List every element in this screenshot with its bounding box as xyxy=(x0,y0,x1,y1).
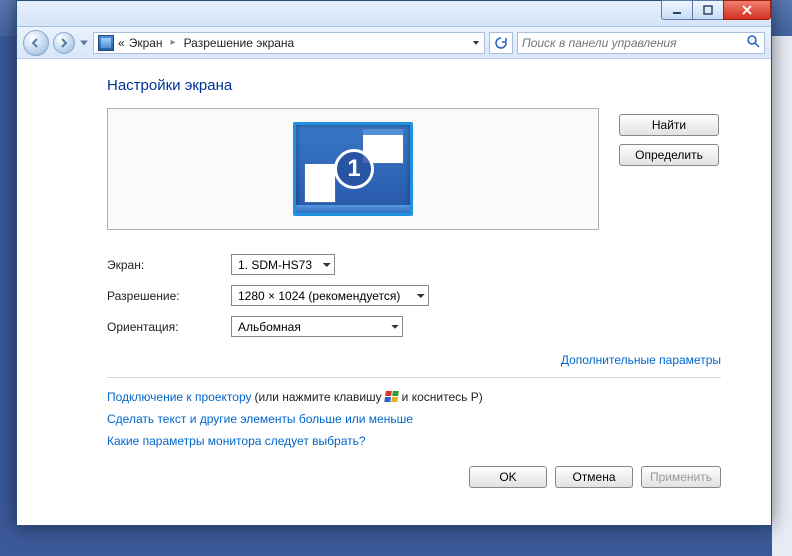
maximize-button[interactable] xyxy=(692,0,724,20)
close-button[interactable] xyxy=(723,0,771,20)
projector-link[interactable]: Подключение к проектору xyxy=(107,390,252,404)
content-area: Настройки экрана 1 Найти Определить Экра… xyxy=(17,59,771,502)
breadcrumb-item[interactable]: Экран xyxy=(125,36,167,50)
advanced-settings-link[interactable]: Дополнительные параметры xyxy=(561,353,721,367)
breadcrumb-pre: « xyxy=(118,36,125,50)
minimize-button[interactable] xyxy=(661,0,693,20)
projector-hint-a: (или нажмите клавишу xyxy=(255,390,382,404)
resolution-label: Разрешение: xyxy=(107,289,231,303)
apply-button[interactable]: Применить xyxy=(641,466,721,488)
text-size-link[interactable]: Сделать текст и другие элементы больше и… xyxy=(107,412,413,426)
history-dropdown[interactable] xyxy=(79,34,89,52)
find-button[interactable]: Найти xyxy=(619,114,719,136)
display-settings-window: « Экран ▸ Разрешение экрана Настройки эк… xyxy=(16,0,772,526)
refresh-button[interactable] xyxy=(489,32,513,54)
cancel-button[interactable]: Отмена xyxy=(555,466,633,488)
windows-key-icon xyxy=(385,391,399,403)
chevron-right-icon: ▸ xyxy=(167,37,180,48)
forward-button[interactable] xyxy=(53,32,75,54)
search-input[interactable] xyxy=(522,36,746,50)
page-heading: Настройки экрана xyxy=(107,77,721,94)
dialog-buttons: OK Отмена Применить xyxy=(107,466,721,488)
ok-button[interactable]: OK xyxy=(469,466,547,488)
breadcrumb-dropdown[interactable] xyxy=(472,39,480,47)
display-label: Экран: xyxy=(107,258,231,272)
mock-taskbar xyxy=(296,205,410,213)
detect-button[interactable]: Определить xyxy=(619,144,719,166)
navigation-bar: « Экран ▸ Разрешение экрана xyxy=(17,27,771,59)
titlebar xyxy=(17,1,771,27)
breadcrumb-bar[interactable]: « Экран ▸ Разрешение экрана xyxy=(93,32,485,54)
back-button[interactable] xyxy=(23,30,49,56)
orientation-select[interactable]: Альбомная xyxy=(231,316,403,337)
display-icon xyxy=(98,35,114,51)
window-controls xyxy=(662,0,771,20)
background-sidebar xyxy=(772,36,792,556)
mock-window-icon xyxy=(304,163,336,203)
monitor-thumbnail[interactable]: 1 xyxy=(293,122,413,216)
divider xyxy=(107,377,721,378)
which-monitor-link[interactable]: Какие параметры монитора следует выбрать… xyxy=(107,434,366,448)
orientation-label: Ориентация: xyxy=(107,320,231,334)
search-icon[interactable] xyxy=(746,34,760,51)
display-select[interactable]: 1. SDM-HS73 xyxy=(231,254,335,275)
breadcrumb-item[interactable]: Разрешение экрана xyxy=(180,36,299,50)
monitor-number: 1 xyxy=(334,149,374,189)
display-preview[interactable]: 1 xyxy=(107,108,599,230)
resolution-select[interactable]: 1280 × 1024 (рекомендуется) xyxy=(231,285,429,306)
projector-hint-b: и коснитесь P) xyxy=(402,390,483,404)
search-box[interactable] xyxy=(517,32,765,54)
